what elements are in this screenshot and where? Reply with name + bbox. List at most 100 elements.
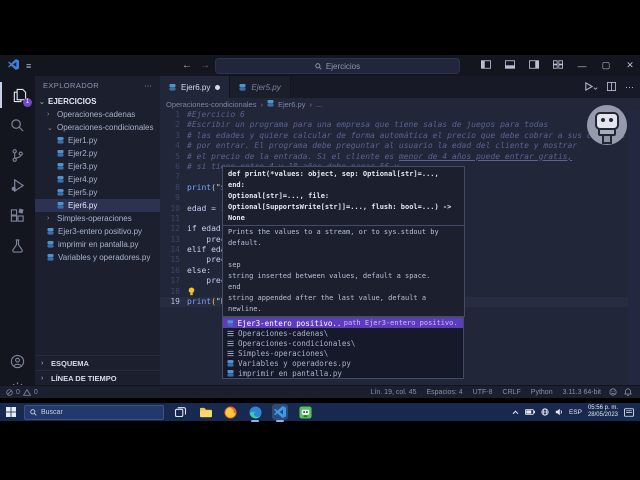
suggestion-item[interactable]: Operaciones-cadenas\	[223, 328, 463, 338]
line-number[interactable]: 12	[160, 224, 187, 234]
breadcrumb-symbol[interactable]: ...	[316, 100, 322, 109]
code-line-3[interactable]: 3 # las edades y quiere calcular de forma…	[160, 131, 640, 141]
line-number[interactable]: 8	[160, 183, 187, 193]
suggestion-item[interactable]: Operaciones-condicionales\	[223, 338, 463, 348]
toggle-panel-icon[interactable]	[504, 60, 516, 71]
status-item[interactable]: Lín. 19, col. 45	[371, 389, 417, 396]
edge-button[interactable]	[247, 404, 263, 422]
editor-scrollbar[interactable]	[628, 110, 640, 385]
tree-item-operaciones-cadenas[interactable]: › Operaciones-cadenas	[35, 108, 160, 121]
tree-item-ejer3-py[interactable]: Ejer3.py	[35, 160, 160, 173]
run-debug-icon[interactable]	[0, 172, 35, 198]
tree-item-ejer1-py[interactable]: Ejer1.py	[35, 134, 160, 147]
notifications-bell-icon[interactable]	[624, 388, 632, 396]
taskbar-search-box[interactable]: Buscar	[24, 404, 164, 420]
nav-back-icon[interactable]: ←	[182, 60, 192, 71]
minimize-button[interactable]: —	[576, 61, 588, 71]
line-number[interactable]: 9	[160, 193, 187, 203]
line-number[interactable]: 6	[160, 162, 187, 172]
tree-item-operaciones-condicionales[interactable]: ⌄ Operaciones-condicionales	[35, 121, 160, 134]
line-number[interactable]: 2	[160, 120, 187, 130]
network-globe-icon[interactable]	[541, 408, 549, 416]
line-number[interactable]: 14	[160, 245, 187, 255]
menu-hamburger-icon[interactable]: ≡	[26, 61, 31, 71]
explorer-icon[interactable]: 1	[0, 82, 37, 108]
toggle-secondary-sidebar-icon[interactable]	[528, 60, 540, 71]
line-number[interactable]: 11	[160, 214, 187, 224]
split-editor-icon[interactable]	[607, 81, 616, 93]
taskbar-clock[interactable]: 05:56 p. m. 28/05/2023	[588, 405, 618, 419]
timeline-section[interactable]: › LÍNEA DE TIEMPO	[35, 370, 160, 385]
status-item[interactable]: CRLF	[503, 389, 521, 396]
line-number[interactable]: 1	[160, 110, 187, 120]
tree-item-variables-y-operadores-py[interactable]: Variables y operadores.py	[35, 251, 160, 264]
problems-status[interactable]: 0 0	[0, 388, 38, 396]
tab-Ejer6.py[interactable]: Ejer6.py	[160, 76, 231, 98]
lightbulb-icon[interactable]	[188, 287, 195, 296]
code-line-4[interactable]: 4 # por entrar. El programa debe pregunta…	[160, 141, 640, 151]
line-number[interactable]: 18	[160, 287, 187, 297]
command-search-box[interactable]: Ejercicios	[215, 58, 460, 74]
line-number[interactable]: 15	[160, 255, 187, 265]
tree-item-ejer3-entero-positivo-py[interactable]: Ejer3-entero positivo.py	[35, 225, 160, 238]
feedback-icon[interactable]	[609, 388, 617, 396]
tray-chevron-up-icon[interactable]	[512, 410, 519, 415]
suggestion-item[interactable]: Ejer3-entero positivo... path Ejer3-enter…	[223, 318, 463, 328]
code-line-1[interactable]: 1 #Ejercicio 6	[160, 110, 640, 120]
source-control-icon[interactable]	[0, 142, 35, 168]
editor-more-actions-icon[interactable]: ⋯	[625, 82, 634, 93]
nav-forward-icon[interactable]: →	[200, 60, 210, 71]
file-explorer-button[interactable]	[197, 404, 213, 420]
modified-dot-icon[interactable]	[215, 84, 221, 90]
suggestion-item[interactable]: Variables y operadores.py	[223, 358, 463, 368]
start-button[interactable]	[0, 407, 22, 417]
code-line-2[interactable]: 2 #Escribir un programa para una empresa …	[160, 120, 640, 130]
status-item[interactable]: Python	[531, 389, 553, 396]
line-number[interactable]: 19	[160, 297, 187, 307]
tree-item-ejer6-py[interactable]: Ejer6.py	[35, 199, 160, 212]
extensions-icon[interactable]	[0, 202, 35, 228]
line-number[interactable]: 5	[160, 152, 187, 162]
breadcrumb-folder[interactable]: Operaciones-condicionales	[166, 100, 256, 109]
robot-app-button[interactable]	[297, 404, 313, 420]
tree-item-simples-operaciones[interactable]: › Simples-operaciones	[35, 212, 160, 225]
toggle-sidebar-icon[interactable]	[480, 60, 492, 71]
tree-item-ejer4-py[interactable]: Ejer4.py	[35, 173, 160, 186]
tab-Ejer5.py[interactable]: Ejer5.py	[230, 76, 291, 98]
line-number[interactable]: 10	[160, 204, 187, 214]
workspace-root-row[interactable]: ⌄ EJERCICIOS	[35, 95, 160, 108]
tree-item-imprimir-en-pantalla-py[interactable]: imprimir en pantalla.py	[35, 238, 160, 251]
notification-center-icon[interactable]	[624, 407, 634, 417]
language-indicator[interactable]: ESP	[569, 409, 582, 416]
testing-icon[interactable]	[0, 232, 35, 258]
line-number[interactable]: 13	[160, 235, 187, 245]
line-number[interactable]: 16	[160, 266, 187, 276]
explorer-more-actions-icon[interactable]: ⋯	[144, 81, 152, 90]
code-line-5[interactable]: 5 # el precio de la entrada. Si el client…	[160, 152, 640, 162]
line-number[interactable]: 4	[160, 141, 187, 151]
task-view-button[interactable]	[172, 404, 188, 420]
line-number[interactable]: 3	[160, 131, 187, 141]
run-python-file-icon[interactable]	[584, 81, 598, 93]
breadcrumb[interactable]: Operaciones-condicionales › Ejer6.py › .…	[160, 98, 640, 110]
close-button[interactable]: ✕	[624, 60, 636, 71]
maximize-button[interactable]: ▢	[600, 60, 612, 71]
tree-item-ejer2-py[interactable]: Ejer2.py	[35, 147, 160, 160]
status-item[interactable]: UTF-8	[473, 389, 493, 396]
suggestion-item[interactable]: imprimir en pantalla.py	[223, 368, 463, 378]
line-number[interactable]: 7	[160, 172, 187, 182]
suggestion-item[interactable]: Simples-operaciones\	[223, 348, 463, 358]
status-item[interactable]: Espacios: 4	[426, 389, 462, 396]
battery-icon[interactable]	[524, 409, 535, 415]
breadcrumb-file[interactable]: Ejer6.py	[278, 100, 306, 109]
speaker-icon[interactable]	[555, 408, 563, 416]
tree-item-ejer5-py[interactable]: Ejer5.py	[35, 186, 160, 199]
account-icon[interactable]	[0, 348, 35, 374]
customize-layout-icon[interactable]	[552, 60, 564, 71]
search-view-icon[interactable]	[0, 112, 35, 138]
firefox-button[interactable]	[222, 404, 238, 420]
status-item[interactable]: 3.11.3 64-bit	[563, 389, 601, 396]
line-number[interactable]: 17	[160, 276, 187, 286]
outline-section[interactable]: › ESQUEMA	[35, 355, 160, 370]
vscode-taskbar-button[interactable]	[272, 404, 288, 422]
